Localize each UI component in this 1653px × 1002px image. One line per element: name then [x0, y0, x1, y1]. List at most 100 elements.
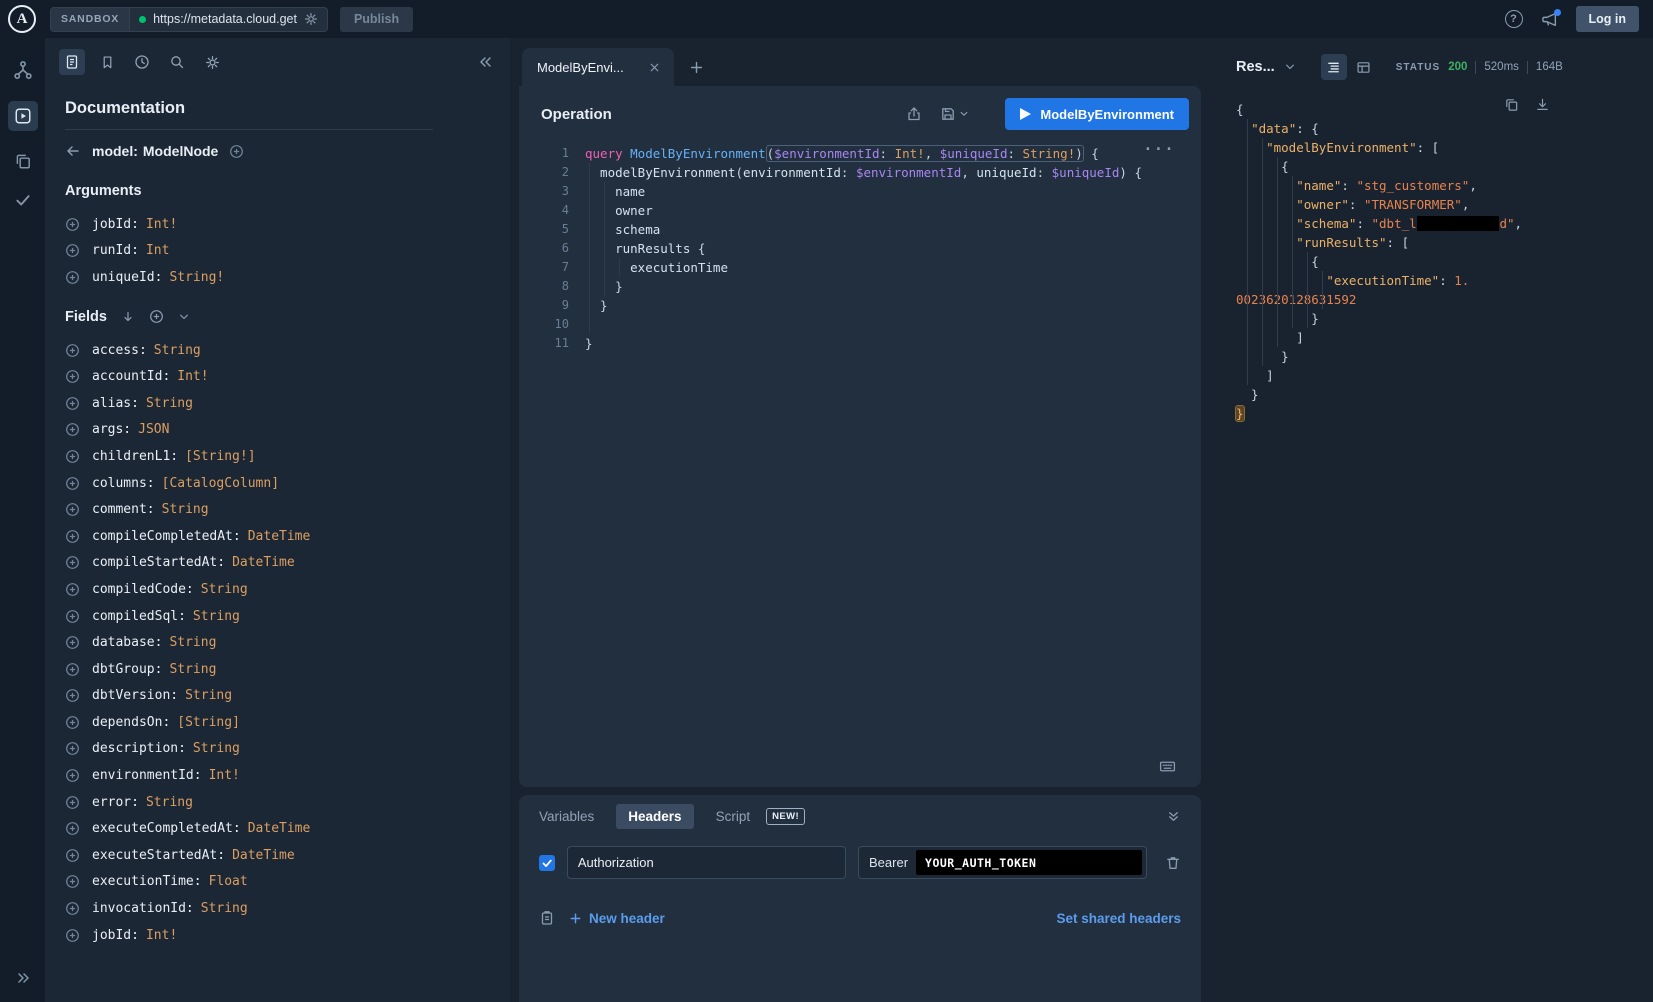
add-to-query-icon[interactable] [65, 449, 80, 464]
back-icon[interactable] [65, 143, 81, 159]
help-icon[interactable]: ? [1505, 10, 1523, 28]
field-type[interactable]: [CatalogColumn] [162, 476, 279, 491]
copy-response-icon[interactable] [1504, 97, 1519, 112]
header-key-input[interactable] [567, 846, 846, 879]
field-name[interactable]: compileStartedAt: [92, 555, 225, 570]
tab-headers[interactable]: Headers [616, 804, 693, 829]
explorer-icon[interactable] [8, 101, 38, 131]
documentation-tab-icon[interactable] [59, 49, 85, 75]
field-type[interactable]: String [193, 741, 240, 756]
keyboard-shortcuts-icon[interactable] [1158, 758, 1177, 775]
add-to-query-icon[interactable] [65, 795, 80, 810]
add-all-fields-icon[interactable] [229, 144, 244, 159]
add-to-query-icon[interactable] [65, 688, 80, 703]
pretty-format-icon[interactable] [1321, 54, 1347, 80]
add-to-query-icon[interactable] [65, 217, 80, 232]
field-name[interactable]: executeCompletedAt: [92, 821, 241, 836]
login-button[interactable]: Log in [1576, 6, 1640, 32]
field-name[interactable]: compiledSql: [92, 609, 186, 624]
field-name[interactable]: jobId: [92, 928, 139, 943]
field-name[interactable]: compiledCode: [92, 582, 194, 597]
field-name[interactable]: error: [92, 795, 139, 810]
add-to-query-icon[interactable] [65, 848, 80, 863]
operation-tab[interactable]: ModelByEnvi... [522, 48, 674, 86]
search-icon[interactable] [164, 49, 190, 75]
close-tab-icon[interactable] [648, 61, 661, 74]
field-type[interactable]: DateTime [248, 821, 311, 836]
history-icon[interactable] [129, 49, 155, 75]
endpoint-url[interactable]: https://metadata.cloud.get [153, 12, 297, 26]
endpoint-settings-gear-icon[interactable] [304, 12, 318, 26]
field-type[interactable]: Float [209, 874, 248, 889]
breadcrumb-type-link[interactable]: ModelNode [143, 143, 218, 159]
field-type[interactable]: String [169, 662, 216, 677]
field-name[interactable]: description: [92, 741, 186, 756]
publish-button[interactable]: Publish [340, 7, 413, 32]
apollo-logo-icon[interactable]: A [8, 5, 36, 33]
field-type[interactable]: DateTime [232, 848, 295, 863]
argument-name[interactable]: runId: [92, 243, 139, 258]
field-name[interactable]: alias: [92, 396, 139, 411]
field-type[interactable]: Int! [209, 768, 240, 783]
tab-script[interactable]: Script [716, 809, 751, 824]
bookmark-icon[interactable] [94, 49, 120, 75]
field-type[interactable]: [String!] [185, 449, 255, 464]
response-chevron-down-icon[interactable] [1284, 61, 1296, 73]
new-tab-icon[interactable] [689, 60, 704, 75]
field-type[interactable]: Int! [146, 928, 177, 943]
add-to-query-icon[interactable] [65, 529, 80, 544]
add-to-query-icon[interactable] [65, 635, 80, 650]
field-name[interactable]: args: [92, 422, 131, 437]
field-name[interactable]: invocationId: [92, 901, 194, 916]
share-icon[interactable] [906, 106, 922, 122]
auth-token-value[interactable]: YOUR_AUTH_TOKEN [916, 850, 1142, 875]
add-fields-icon[interactable] [149, 309, 164, 324]
add-to-query-icon[interactable] [65, 369, 80, 384]
add-to-query-icon[interactable] [65, 715, 80, 730]
expand-rail-icon[interactable] [15, 970, 31, 986]
field-type[interactable]: String [201, 901, 248, 916]
operation-menu-icon[interactable]: ··· [1143, 140, 1175, 159]
add-to-query-icon[interactable] [65, 928, 80, 943]
field-type[interactable]: String [169, 635, 216, 650]
add-to-query-icon[interactable] [65, 741, 80, 756]
field-name[interactable]: dbtVersion: [92, 688, 178, 703]
argument-type[interactable]: Int [146, 243, 169, 258]
save-icon[interactable] [940, 106, 969, 122]
add-to-query-icon[interactable] [65, 555, 80, 570]
announcements-icon[interactable] [1541, 11, 1558, 28]
add-to-query-icon[interactable] [65, 243, 80, 258]
add-to-query-icon[interactable] [65, 502, 80, 517]
fields-chevron-down-icon[interactable] [178, 311, 190, 323]
field-name[interactable]: childrenL1: [92, 449, 178, 464]
field-name[interactable]: executionTime: [92, 874, 202, 889]
collections-icon[interactable] [14, 152, 32, 170]
add-to-query-icon[interactable] [65, 768, 80, 783]
add-to-query-icon[interactable] [65, 270, 80, 285]
collapse-docs-icon[interactable] [478, 54, 494, 70]
argument-name[interactable]: jobId: [92, 217, 139, 232]
field-type[interactable]: String [185, 688, 232, 703]
run-operation-button[interactable]: ModelByEnvironment [1005, 98, 1189, 130]
field-type[interactable]: String [154, 343, 201, 358]
paste-headers-icon[interactable] [539, 910, 555, 926]
field-name[interactable]: columns: [92, 476, 155, 491]
field-type[interactable]: String [201, 582, 248, 597]
download-response-icon[interactable] [1535, 97, 1550, 112]
sort-fields-icon[interactable] [121, 310, 135, 324]
new-header-button[interactable]: New header [569, 911, 665, 926]
field-name[interactable]: compileCompletedAt: [92, 529, 241, 544]
field-type[interactable]: DateTime [232, 555, 295, 570]
add-to-query-icon[interactable] [65, 874, 80, 889]
field-type[interactable]: JSON [138, 422, 169, 437]
field-name[interactable]: dependsOn: [92, 715, 170, 730]
header-enabled-checkbox[interactable] [539, 855, 555, 871]
add-to-query-icon[interactable] [65, 662, 80, 677]
collapse-request-panel-icon[interactable] [1166, 809, 1181, 824]
field-type[interactable]: DateTime [248, 529, 311, 544]
field-name[interactable]: dbtGroup: [92, 662, 162, 677]
add-to-query-icon[interactable] [65, 476, 80, 491]
field-name[interactable]: comment: [92, 502, 155, 517]
field-type[interactable]: [String] [177, 715, 240, 730]
checks-icon[interactable] [14, 191, 32, 209]
